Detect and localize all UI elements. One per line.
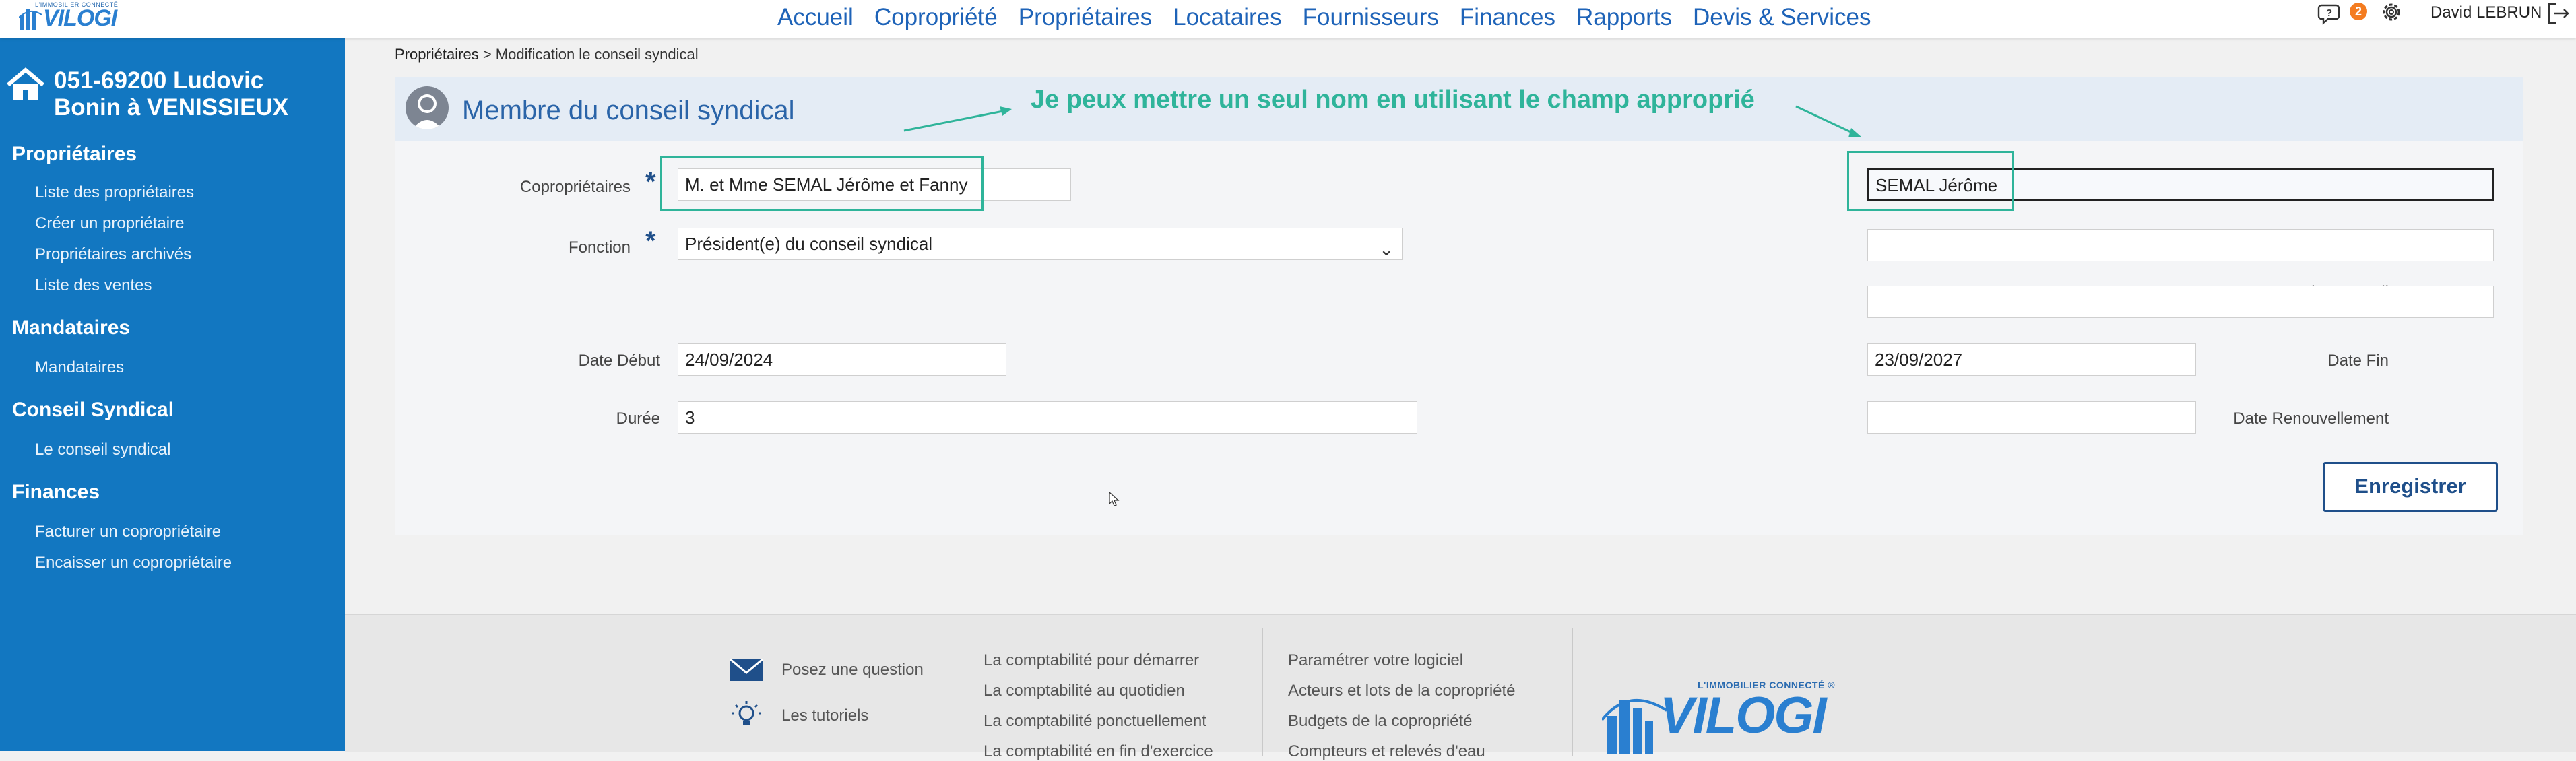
footer-tutoriels[interactable]: Les tutoriels [781,706,868,725]
footer-link-compteurs[interactable]: Compteurs et relevés d'eau [1288,742,1485,761]
nav-locataires[interactable]: Locataires [1173,4,1281,31]
nav-proprietaires[interactable]: Propriétaires [1019,4,1152,31]
logout-icon[interactable] [2544,0,2573,27]
nav-copropriete[interactable]: Copropriété [874,4,998,31]
svg-text:?: ? [2326,7,2332,19]
nav-rapports[interactable]: Rapports [1576,4,1672,31]
help-chat-icon[interactable]: ? [2317,1,2347,28]
footer-link-acteurs-lots[interactable]: Acteurs et lots de la copropriété [1288,682,1516,700]
footer-vilogi-logo[interactable]: L'IMMOBILIER CONNECTÉ ® VILOGI [1602,680,1844,754]
gear-icon[interactable] [2377,0,2406,27]
footer-posez-question[interactable]: Posez une question [781,661,924,680]
nav-fournisseurs[interactable]: Fournisseurs [1303,4,1439,31]
nav-finances[interactable]: Finances [1460,4,1555,31]
envelope-icon[interactable] [729,655,764,685]
vilogi-logo[interactable]: L'IMMOBILIER CONNECTÉ VILOGI [16,1,131,31]
footer-divider [1572,628,1573,756]
top-bar: L'IMMOBILIER CONNECTÉ VILOGI Accueil Cop… [0,0,2576,38]
building-logo-icon [19,9,42,30]
footer-link-compta-quotidien[interactable]: La comptabilité au quotidien [984,682,1185,700]
nav-accueil[interactable]: Accueil [777,4,854,31]
user-name[interactable]: David LEBRUN [2430,3,2542,23]
footer-link-compta-ponctuellement[interactable]: La comptabilité ponctuellement [984,712,1206,731]
footer-divider [1262,628,1263,756]
nav-devis-services[interactable]: Devis & Services [1693,4,1871,31]
notification-badge[interactable]: 2 [2350,3,2367,20]
footer-link-compta-demarrer[interactable]: La comptabilité pour démarrer [984,651,1199,670]
building-logo-icon [1602,699,1668,754]
lightbulb-icon[interactable] [729,700,764,729]
footer-link-budgets[interactable]: Budgets de la copropriété [1288,712,1473,731]
footer-link-compta-fin-exercice[interactable]: La comptabilité en fin d'exercice [984,742,1213,761]
logo-wordmark: VILOGI [43,5,117,31]
footer: Posez une question Les tutoriels La comp… [345,614,2576,760]
main-nav: Accueil Copropriété Propriétaires Locata… [777,4,1871,31]
mouse-cursor-icon [1109,492,1120,506]
footer-logo-wordmark: VILOGI [1660,687,1827,744]
footer-link-parametrer[interactable]: Paramétrer votre logiciel [1288,651,1463,670]
